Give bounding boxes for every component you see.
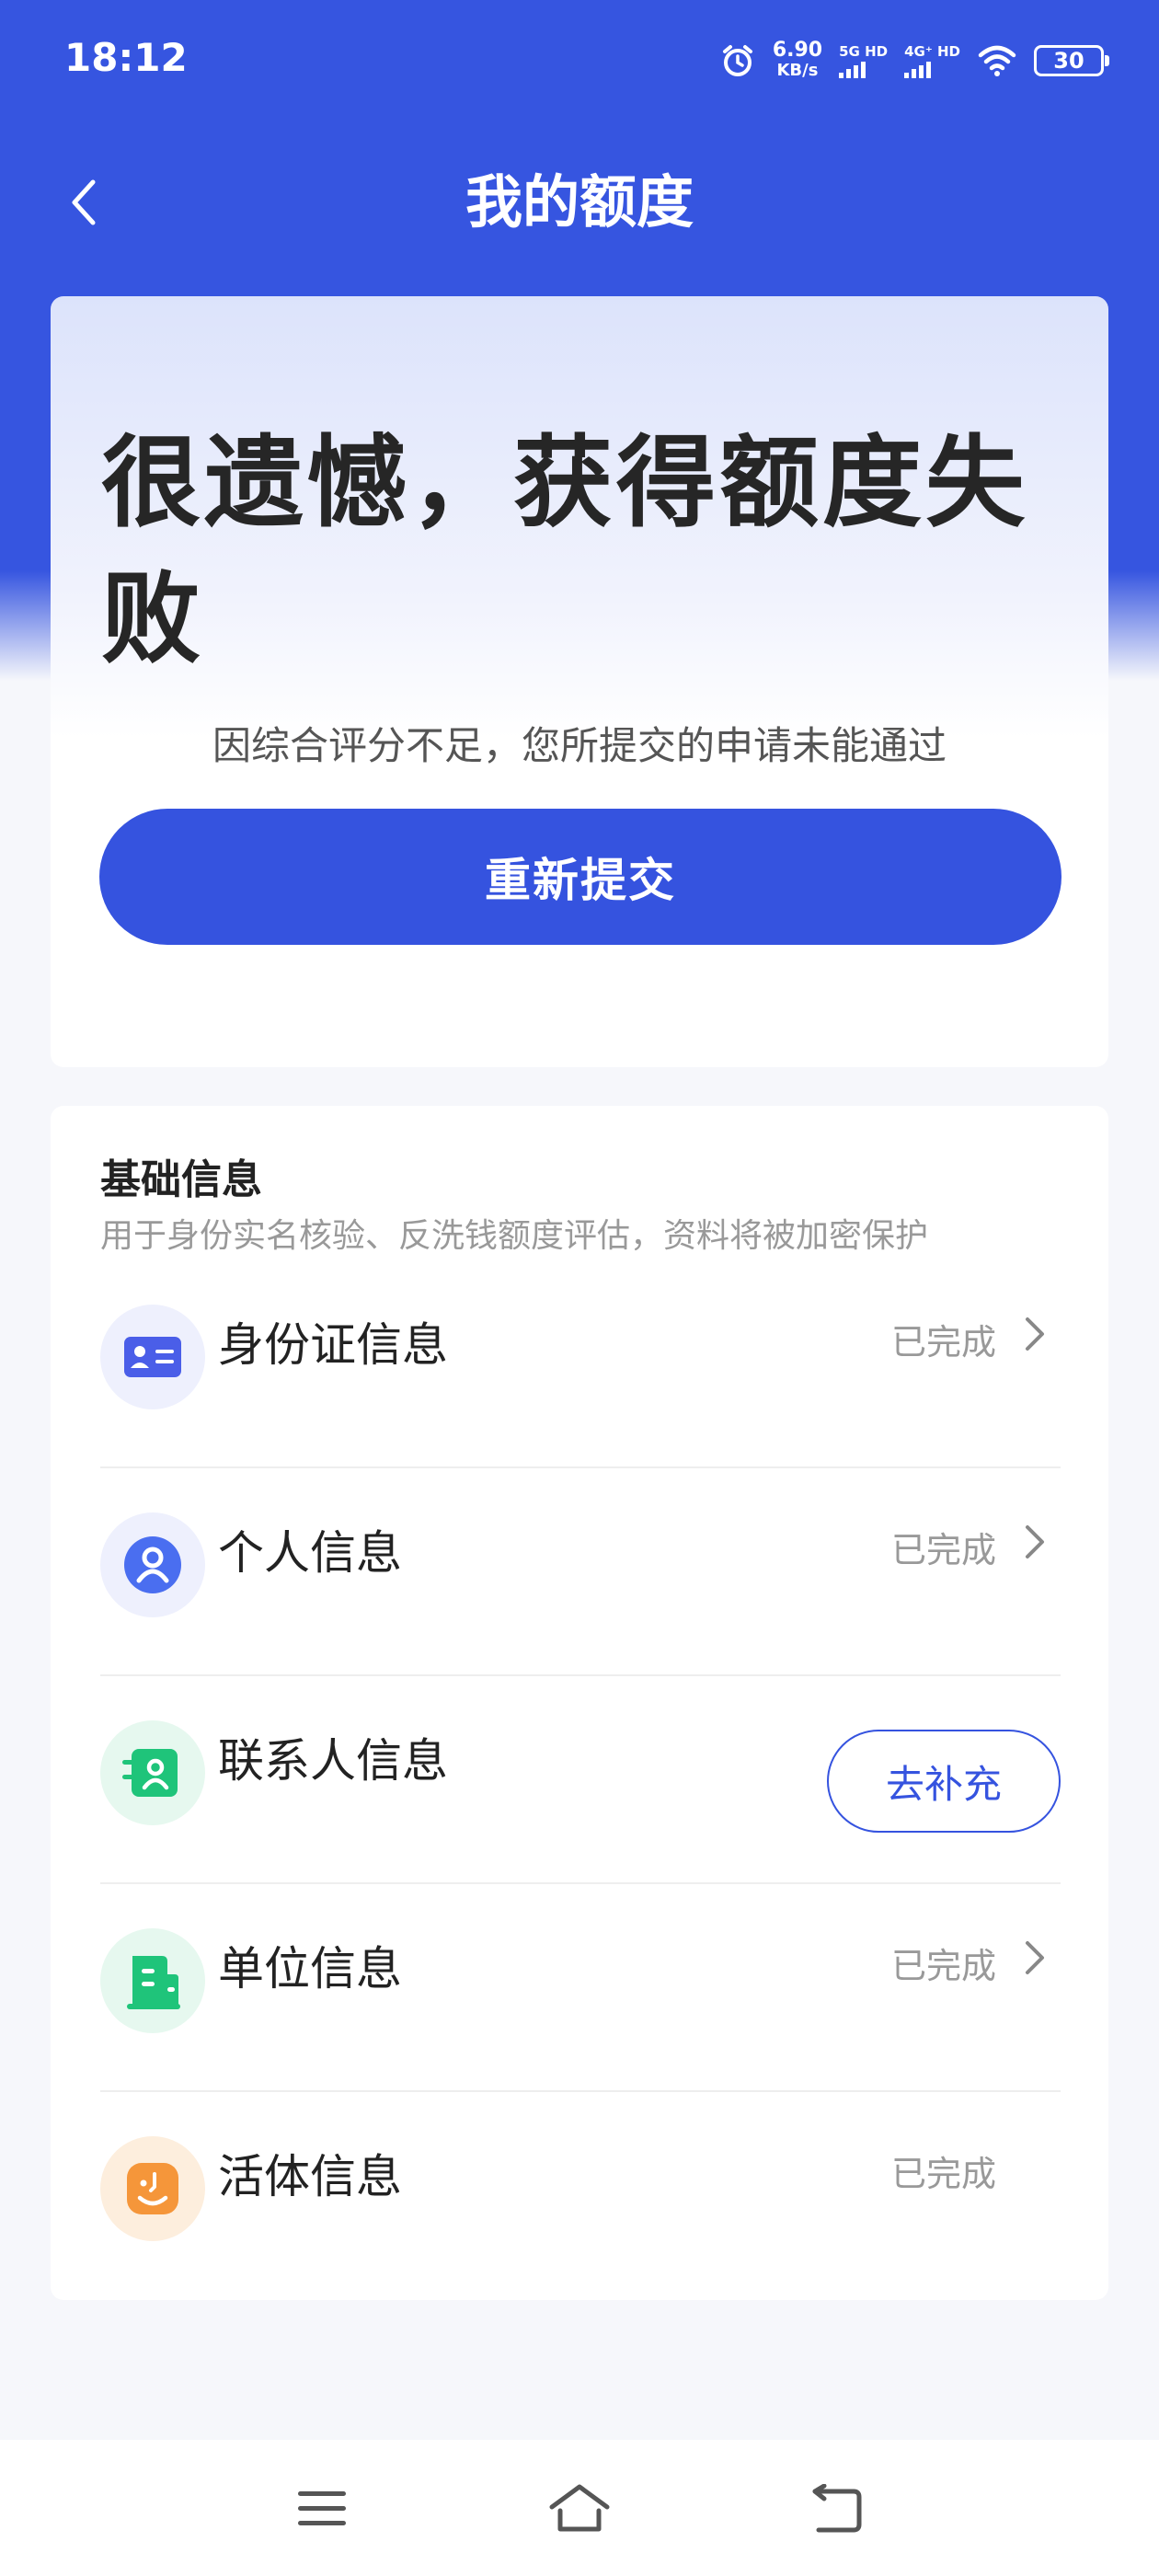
status-text: 已完成 (890, 1322, 996, 1363)
failure-description: 因综合评分不足，您所提交的申请未能通过 (212, 723, 947, 768)
row-label: 活体信息 (218, 2150, 402, 2203)
speed-unit: KB/s (776, 61, 819, 80)
liveness-info-row[interactable]: 活体信息 已完成 (100, 2092, 1061, 2300)
home-button[interactable] (543, 2477, 616, 2541)
nav-header: 我的额度 (0, 147, 1159, 258)
home-icon (549, 2484, 610, 2532)
person-icon (100, 1512, 205, 1617)
chevron-right-icon (1026, 1525, 1044, 1558)
menu-button[interactable] (285, 2477, 359, 2541)
status-time: 18:12 (64, 35, 188, 80)
system-nav-bar (0, 2440, 1159, 2576)
status-text: 已完成 (890, 1946, 996, 1986)
result-card: 很遗憾，获得额度失败 因综合评分不足，您所提交的申请未能通过 重新提交 (51, 296, 1108, 1067)
page-title: 我的额度 (465, 168, 694, 236)
supplement-button[interactable]: 去补充 (827, 1730, 1061, 1833)
id-card-icon (100, 1305, 205, 1409)
menu-icon (298, 2491, 346, 2525)
chevron-right-icon (1026, 1941, 1044, 1974)
section-title: 基础信息 (100, 1156, 262, 1203)
status-bar: 18:12 6.90 KB/s 5G HD 4G⁺ HD 30 (0, 0, 1159, 120)
contacts-info-row[interactable]: 联系人信息 去补充 (100, 1676, 1061, 1884)
resubmit-button[interactable]: 重新提交 (99, 809, 1061, 945)
basic-info-card: 基础信息 用于身份实名核验、反洗钱额度评估，资料将被加密保护 身份证信息 已完成 (51, 1106, 1108, 2300)
signal-bars-icon (839, 60, 866, 78)
signal-5g: 5G HD (839, 43, 888, 78)
speed-value: 6.90 (772, 39, 823, 62)
personal-info-row[interactable]: 个人信息 已完成 (100, 1468, 1061, 1676)
section-subtitle: 用于身份实名核验、反洗钱额度评估，资料将被加密保护 (100, 1217, 929, 1255)
status-icons: 6.90 KB/s 5G HD 4G⁺ HD 30 (719, 35, 1109, 86)
signal-5g-label: 5G HD (839, 43, 889, 60)
status-text: 已完成 (890, 2154, 996, 2194)
alarm-icon (722, 45, 752, 76)
row-label: 身份证信息 (218, 1318, 448, 1372)
chevron-right-icon (1026, 1317, 1044, 1351)
row-label: 联系人信息 (218, 1734, 448, 1788)
status-text: 已完成 (890, 1530, 996, 1570)
row-label: 个人信息 (218, 1526, 402, 1580)
signal-4g-label: 4G⁺ HD (904, 43, 960, 60)
network-speed: 6.90 KB/s (773, 40, 822, 81)
contacts-icon (100, 1720, 205, 1825)
battery-icon: 30 (1034, 45, 1109, 76)
row-label: 单位信息 (218, 1942, 402, 1995)
signal-4g: 4G⁺ HD (904, 43, 960, 78)
face-icon (100, 2136, 205, 2241)
battery-level: 30 (1053, 48, 1084, 74)
wifi-icon (978, 45, 1016, 76)
id-card-info-row[interactable]: 身份证信息 已完成 (100, 1260, 1061, 1468)
failure-title: 很遗憾，获得额度失败 (101, 426, 1029, 677)
back-arrow-icon (812, 2484, 862, 2533)
signal-bars-icon (904, 60, 932, 78)
back-nav-button[interactable] (800, 2477, 874, 2541)
company-info-row[interactable]: 单位信息 已完成 (100, 1884, 1061, 2092)
building-icon (100, 1928, 205, 2033)
